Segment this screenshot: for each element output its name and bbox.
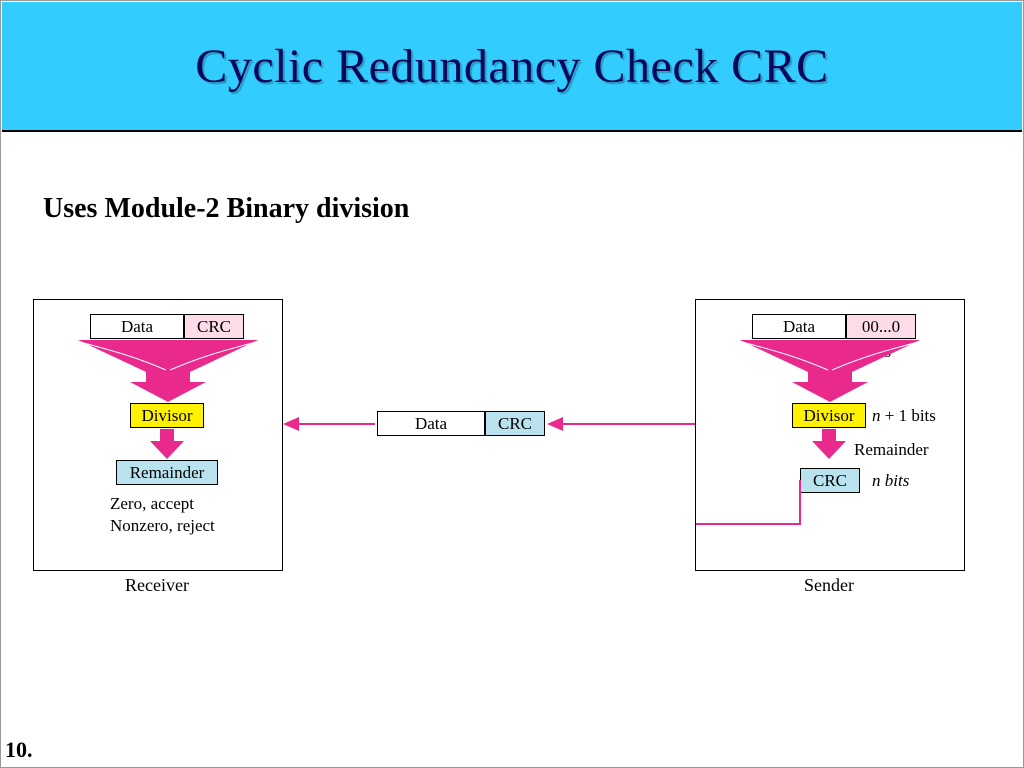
title-band: Cyclic Redundancy Check CRC (2, 2, 1022, 132)
sender-divisor-bits: n + 1 bits (872, 406, 936, 426)
sender-funnel-icon (740, 340, 920, 402)
arrow-middle-to-receiver-icon (283, 417, 375, 431)
slide-subtitle: Uses Module-2 Binary division (43, 193, 409, 225)
middle-crc-cell: CRC (485, 411, 545, 436)
sender-crc-bits-text: n bits (872, 471, 909, 490)
sender-crc-cell: CRC (800, 468, 860, 493)
arrow-sender-to-middle-icon (547, 417, 697, 431)
sender-remainder-word: Remainder (854, 440, 929, 460)
receiver-rule1: Zero, accept (110, 494, 194, 514)
sender-divisor-bits-rest: + 1 bits (881, 406, 936, 425)
receiver-funnel-icon (78, 340, 258, 402)
sender-panel: Data 00...0 n bits Divisor n + 1 bits Re… (695, 299, 965, 571)
receiver-panel: Data CRC Divisor Remainder Zero, accept … (33, 299, 283, 571)
receiver-down-arrow-icon (150, 429, 184, 459)
sender-divisor-cell: Divisor (792, 403, 866, 428)
receiver-crc-cell: CRC (184, 314, 244, 339)
slide-title: Cyclic Redundancy Check CRC (195, 39, 828, 94)
page-number: 10. (5, 737, 33, 763)
sender-pad-cell: 00...0 (846, 314, 916, 339)
sender-divisor-bits-n: n (872, 406, 881, 425)
middle-data-cell: Data (377, 411, 485, 436)
sender-caption: Sender (695, 575, 963, 596)
receiver-data-cell: Data (90, 314, 184, 339)
receiver-divisor-cell: Divisor (130, 403, 204, 428)
receiver-rule2: Nonzero, reject (110, 516, 215, 536)
sender-crc-out-connector-icon (696, 480, 806, 540)
receiver-remainder-cell: Remainder (116, 460, 218, 485)
sender-crc-bits: n bits (872, 471, 909, 491)
sender-down-arrow-icon (812, 429, 846, 459)
sender-data-cell: Data (752, 314, 846, 339)
receiver-caption: Receiver (33, 575, 281, 596)
slide-frame: Cyclic Redundancy Check CRC Uses Module-… (0, 0, 1024, 768)
